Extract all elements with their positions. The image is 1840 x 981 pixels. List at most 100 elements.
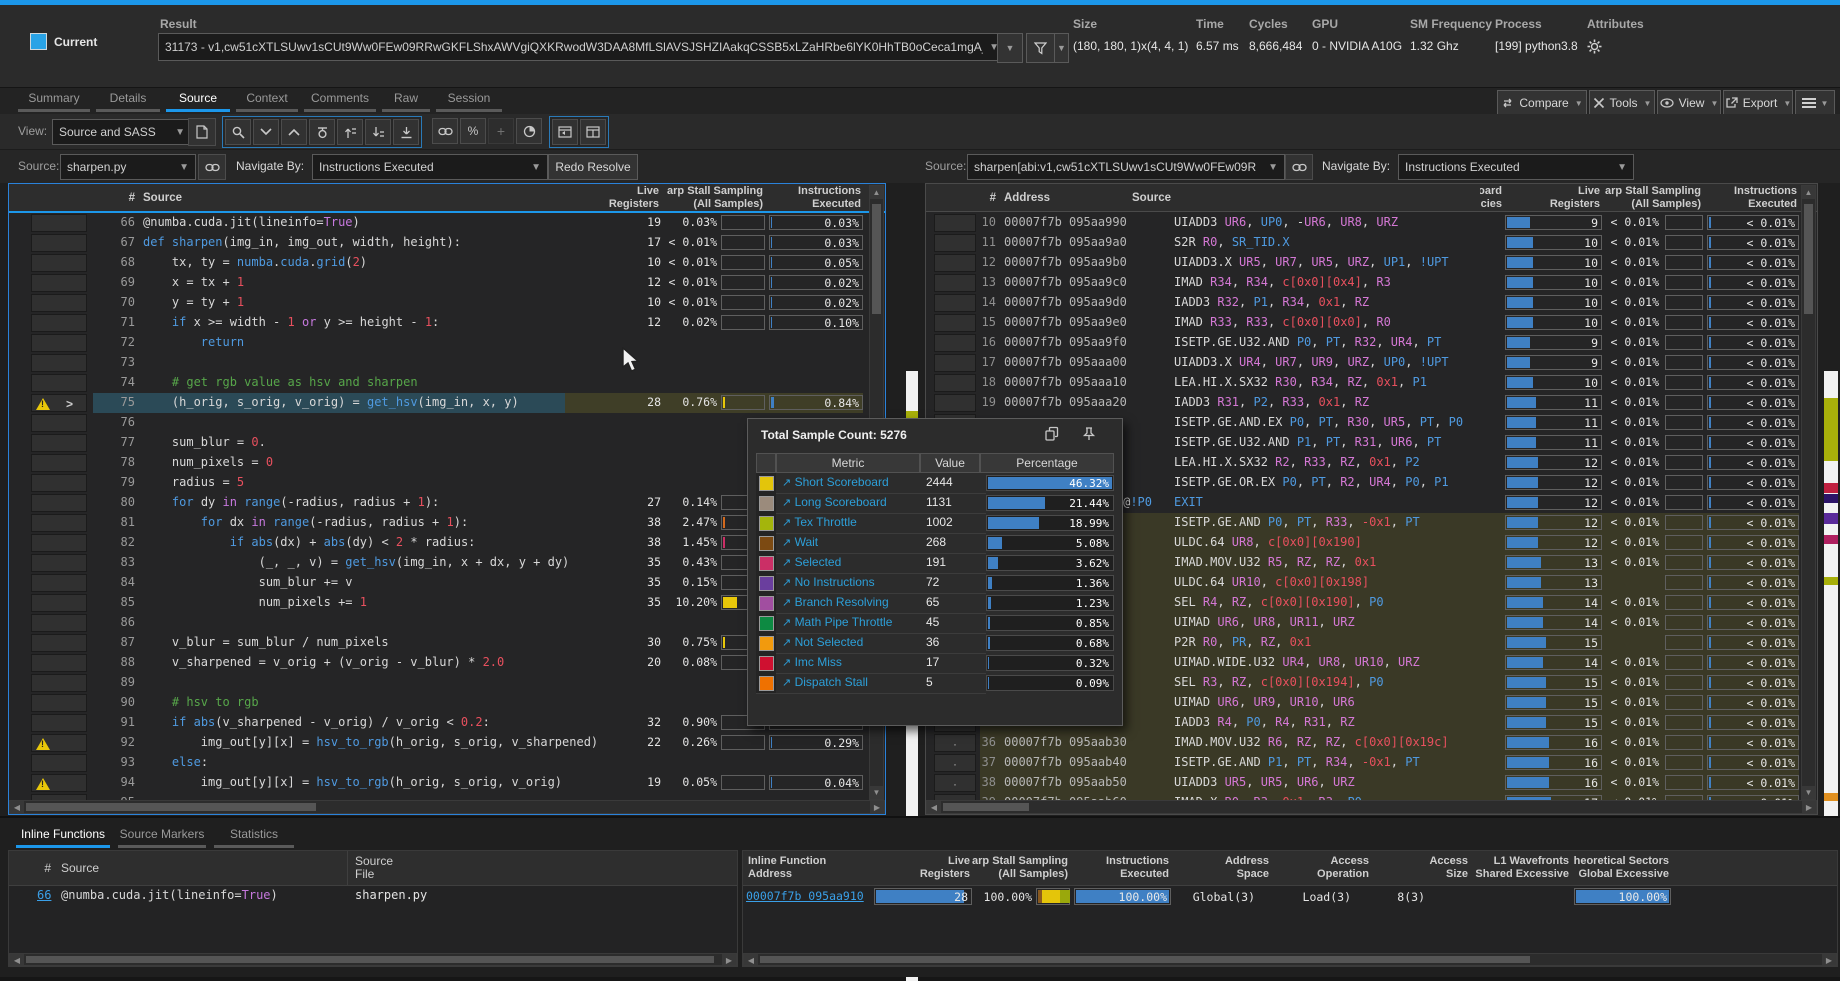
sass-v-scrollbar[interactable]: ▲▼ bbox=[1801, 185, 1816, 800]
col-arp-stall-sampling-all-samples[interactable]: arp Stall Sampling(All Samples) bbox=[976, 855, 1070, 881]
bottom-tab-source-markers[interactable]: Source Markers bbox=[118, 824, 206, 846]
gutter-cell[interactable] bbox=[31, 694, 87, 712]
metric-link[interactable]: Selected bbox=[795, 555, 842, 569]
gutter-cell[interactable] bbox=[31, 214, 87, 232]
gutter-cell[interactable] bbox=[31, 754, 87, 772]
source-row-71[interactable]: 71 if x >= width - 1 or y >= height - 1:… bbox=[9, 313, 885, 333]
scroll-right-arrow[interactable]: ▶ bbox=[1802, 801, 1816, 813]
filter-dropdown-button[interactable]: ▼ bbox=[1054, 33, 1069, 63]
tab-context[interactable]: Context bbox=[236, 88, 298, 110]
metric-link[interactable]: Not Selected bbox=[795, 635, 864, 649]
sass-row-11[interactable]: 1100007f7b 095aa9a0S2R R0, SR_TID.X10< 0… bbox=[926, 233, 1817, 253]
col-l1-wavefronts-shared-excessive[interactable]: L1 WavefrontsShared Excessive bbox=[1474, 855, 1571, 881]
sass-row-14[interactable]: 1400007f7b 095aa9d0IADD3 R32, P1, R34, 0… bbox=[926, 293, 1817, 313]
col-source[interactable]: Source bbox=[1132, 192, 1171, 204]
col-instructions-executed[interactable]: InstructionsExecuted bbox=[769, 185, 863, 211]
h-scroll-thumb[interactable] bbox=[760, 956, 1530, 963]
col-inline-function-address[interactable]: Inline FunctionAddress bbox=[746, 855, 872, 881]
chart-toggle-button[interactable] bbox=[516, 118, 542, 144]
find-next-button[interactable] bbox=[253, 119, 279, 145]
gutter-cell[interactable] bbox=[31, 314, 87, 332]
sass-h-scrollbar[interactable]: ◀▶ bbox=[926, 800, 1817, 814]
h-scroll-thumb[interactable] bbox=[26, 956, 714, 963]
metric-link[interactable]: Imc Miss bbox=[795, 655, 842, 669]
sass-row-38[interactable]: ·3800007f7b 095aab50UIADD3 UR5, UR5, UR6… bbox=[926, 773, 1817, 793]
scroll-down-arrow[interactable]: ▼ bbox=[1802, 786, 1815, 799]
gutter-cell[interactable] bbox=[31, 374, 87, 392]
metric-link[interactable]: Wait bbox=[795, 535, 819, 549]
scroll-down-arrow[interactable]: ▼ bbox=[870, 786, 883, 799]
sass-row-13[interactable]: 1300007f7b 095aa9c0IMAD R34, R34, c[0x0]… bbox=[926, 273, 1817, 293]
menu-button[interactable]: ▼ bbox=[1795, 90, 1835, 116]
col-live-registers[interactable]: LiveRegisters bbox=[565, 185, 661, 211]
h-scroll-thumb[interactable] bbox=[943, 803, 1029, 811]
col-scoreboard-dependencies-clipped[interactable]: ScoreboardDependencies bbox=[1480, 185, 1504, 211]
sass-row-12[interactable]: 1200007f7b 095aa9b0UIADD3.X UR5, UR7, UR… bbox=[926, 253, 1817, 273]
scroll-right-arrow[interactable]: ▶ bbox=[870, 801, 884, 813]
pin-button[interactable] bbox=[1082, 426, 1096, 445]
tab-summary[interactable]: Summary bbox=[18, 88, 90, 110]
gutter-cell[interactable] bbox=[31, 234, 87, 252]
col-instructions-executed[interactable]: InstructionsExecuted bbox=[1707, 185, 1799, 211]
gutter-cell[interactable] bbox=[31, 454, 87, 472]
gutter-cell[interactable] bbox=[31, 554, 87, 572]
gutter-cell[interactable] bbox=[31, 574, 87, 592]
gutter-cell[interactable] bbox=[31, 734, 87, 752]
compare-button[interactable]: Compare▼ bbox=[1497, 90, 1587, 116]
tab-source[interactable]: Source bbox=[166, 88, 230, 110]
col-live-registers[interactable]: LiveRegisters bbox=[1505, 185, 1602, 211]
gutter-cell[interactable] bbox=[31, 434, 87, 452]
sass-row-18[interactable]: 1800007f7b 095aaa10LEA.HI.X.SX32 R30, R3… bbox=[926, 373, 1817, 393]
find-prev-button[interactable] bbox=[281, 119, 307, 145]
source-row-92[interactable]: 92 img_out[y][x] = hsv_to_rgb(h_orig, s_… bbox=[9, 733, 885, 753]
gutter-cell[interactable] bbox=[31, 654, 87, 672]
scroll-up-arrow[interactable]: ▲ bbox=[870, 186, 883, 199]
col-num[interactable]: # bbox=[95, 192, 135, 204]
sass-row-10[interactable]: 1000007f7b 095aa990UIADD3 UR6, UP0, -UR6… bbox=[926, 213, 1817, 233]
add-baseline-button[interactable]: + bbox=[488, 118, 514, 144]
col-instructions-executed[interactable]: InstructionsExecuted bbox=[1074, 855, 1171, 881]
sass-row-17[interactable]: 1700007f7b 095aaa00UIADD3.X UR4, UR7, UR… bbox=[926, 353, 1817, 373]
v-scroll-thumb[interactable] bbox=[872, 204, 881, 314]
source-row-74[interactable]: 74 # get rgb value as hsv and sharpen bbox=[9, 373, 885, 393]
current-result-color-swatch[interactable] bbox=[30, 33, 47, 50]
metric-link[interactable]: Math Pipe Throttle bbox=[795, 615, 893, 629]
gutter-cell[interactable] bbox=[31, 514, 87, 532]
sass-row-16[interactable]: 1600007f7b 095aa9f0ISETP.GE.U32.AND P0, … bbox=[926, 333, 1817, 353]
gutter-cell[interactable] bbox=[31, 274, 87, 292]
scroll-left-arrow[interactable]: ◀ bbox=[927, 801, 941, 813]
single-pane-button[interactable] bbox=[552, 119, 578, 145]
col-address-space[interactable]: AddressSpace bbox=[1175, 855, 1271, 881]
metric-link[interactable]: Long Scoreboard bbox=[795, 495, 887, 509]
tab-details[interactable]: Details bbox=[96, 88, 160, 110]
scroll-left-arrow[interactable]: ◀ bbox=[10, 954, 24, 965]
source-row-75[interactable]: >75 (h_orig, s_orig, v_orig) = get_hsv(i… bbox=[9, 393, 885, 413]
gutter-cell[interactable] bbox=[31, 614, 87, 632]
gutter-cell[interactable] bbox=[31, 494, 87, 512]
metric-link[interactable]: No Instructions bbox=[795, 575, 875, 589]
col-live-registers[interactable]: LiveRegisters bbox=[874, 855, 972, 881]
gutter-cell[interactable] bbox=[31, 634, 87, 652]
metric-link[interactable]: Branch Resolving bbox=[795, 595, 889, 609]
source-row-69[interactable]: 69 x = tx + 112< 0.01%0.02% bbox=[9, 273, 885, 293]
gutter-cell[interactable]: > bbox=[31, 394, 87, 412]
gutter-cell[interactable] bbox=[31, 474, 87, 492]
find-button[interactable] bbox=[225, 119, 251, 145]
sass-row-15[interactable]: 1500007f7b 095aa9e0IMAD R33, R33, c[0x0]… bbox=[926, 313, 1817, 333]
gutter-cell[interactable] bbox=[31, 594, 87, 612]
gutter-cell[interactable] bbox=[31, 354, 87, 372]
scroll-left-arrow[interactable]: ◀ bbox=[10, 801, 24, 813]
goto-selected-button[interactable] bbox=[309, 119, 335, 145]
inline-function-address-link[interactable]: 00007f7b 095aa910 bbox=[746, 889, 864, 903]
tools-button[interactable]: Tools▼ bbox=[1589, 90, 1655, 116]
percent-toggle-button[interactable]: % bbox=[460, 118, 486, 144]
col-num[interactable]: # bbox=[976, 192, 996, 204]
source-row-67[interactable]: 67def sharpen(img_in, img_out, width, he… bbox=[9, 233, 885, 253]
metric-link[interactable]: Dispatch Stall bbox=[795, 675, 868, 689]
sync-sass-button[interactable] bbox=[1285, 154, 1313, 180]
sass-function-select[interactable]: sharpen[abi:v1,cw51cXTLSUwv1sCUt9Ww0FEw0… bbox=[967, 154, 1285, 180]
goto-max-button[interactable] bbox=[393, 119, 419, 145]
source-row-73[interactable]: 73 bbox=[9, 353, 885, 373]
h-scroll-thumb[interactable] bbox=[26, 803, 316, 811]
source-row-66[interactable]: 66@numba.cuda.jit(lineinfo=True)190.03%0… bbox=[9, 213, 885, 233]
